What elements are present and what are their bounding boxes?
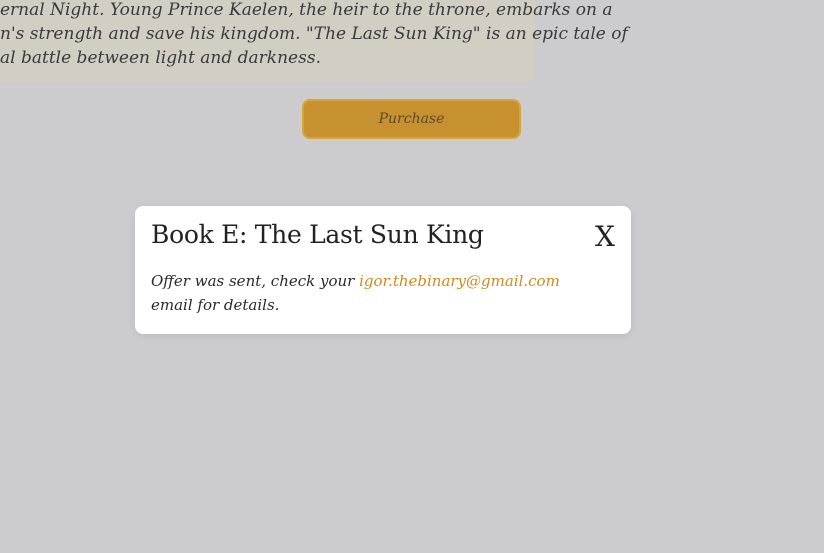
page-background: ernal Night. Young Prince Kaelen, the he… xyxy=(0,0,824,553)
close-icon[interactable]: X xyxy=(593,220,617,253)
dialog-message-suffix: email for details. xyxy=(151,296,280,314)
book-description-card: ernal Night. Young Prince Kaelen, the he… xyxy=(0,0,628,82)
description-line-2: n's strength and save his kingdom. "The … xyxy=(0,24,628,44)
dialog-message: Offer was sent, check your igor.thebinar… xyxy=(151,269,601,317)
description-line-1: ernal Night. Young Prince Kaelen, the he… xyxy=(0,0,613,20)
description-line-3: al battle between light and darkness. xyxy=(0,48,321,68)
purchase-button[interactable]: Purchase xyxy=(302,99,521,139)
dialog-title: Book E: The Last Sun King xyxy=(151,220,484,249)
email-link[interactable]: igor.thebinary@gmail.com xyxy=(359,272,560,290)
dialog-message-prefix: Offer was sent, check your xyxy=(151,272,360,290)
offer-sent-dialog: Book E: The Last Sun King X Offer was se… xyxy=(135,206,631,334)
